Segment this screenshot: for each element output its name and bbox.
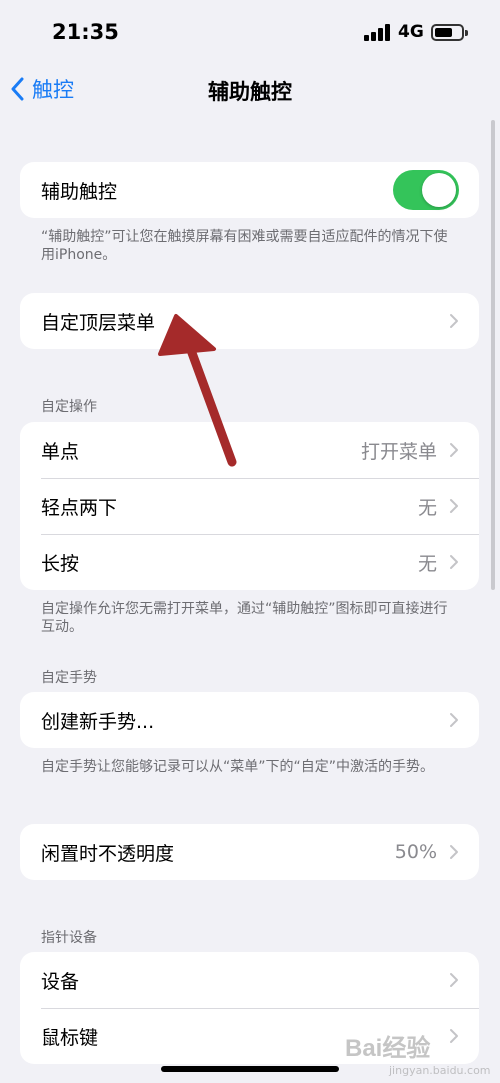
create-gesture-label: 创建新手势... [41, 710, 155, 733]
idle-opacity-row[interactable]: 闲置时不透明度 50% [20, 824, 479, 880]
chevron-right-icon [450, 713, 458, 727]
custom-gestures-header: 自定手势 [41, 670, 97, 686]
watermark-logo: Bai经验 jingyan.baidu.com [345, 1020, 495, 1080]
page-title: 辅助触控 [208, 80, 292, 104]
idle-opacity-group: 闲置时不透明度 50% [20, 824, 479, 880]
assistive-touch-label: 辅助触控 [41, 180, 118, 203]
chevron-right-icon [450, 314, 458, 328]
assistive-touch-row: 辅助触控 [20, 162, 479, 218]
chevron-right-icon [450, 555, 458, 569]
home-indicator[interactable] [161, 1066, 339, 1072]
custom-actions-header: 自定操作 [41, 399, 97, 415]
scroll-indicator[interactable] [491, 120, 495, 590]
assistive-touch-footnote: “辅助触控”可让您在触摸屏幕有困难或需要自适应配件的情况下使用iPhone。 [41, 229, 448, 263]
double-tap-label: 轻点两下 [41, 496, 118, 519]
watermark-brand: Bai经验 [345, 1035, 431, 1062]
customize-top-menu-label: 自定顶层菜单 [41, 311, 156, 334]
double-tap-row[interactable]: 轻点两下 无 [20, 478, 479, 534]
custom-gestures-group: 创建新手势... [20, 692, 479, 748]
long-press-label: 长按 [41, 552, 80, 575]
top-menu-group: 自定顶层菜单 [20, 293, 479, 349]
single-tap-value: 打开菜单 [360, 440, 437, 463]
double-tap-value: 无 [417, 496, 437, 519]
single-tap-row[interactable]: 单点 打开菜单 [20, 422, 479, 478]
long-press-row[interactable]: 长按 无 [20, 534, 479, 590]
toggle-knob [422, 173, 456, 207]
custom-gestures-footnote: 自定手势让您能够记录可以从“菜单”下的“自定”中激活的手势。 [41, 759, 435, 775]
single-tap-label: 单点 [41, 440, 80, 463]
status-time: 21:35 [52, 20, 119, 44]
battery-icon [431, 24, 468, 41]
idle-opacity-label: 闲置时不透明度 [41, 842, 175, 865]
network-type: 4G [398, 22, 424, 42]
watermark-domain: jingyan.baidu.com [389, 1064, 491, 1077]
status-bar: 21:35 4G [0, 0, 500, 64]
devices-label: 设备 [41, 970, 80, 993]
customize-top-menu-row[interactable]: 自定顶层菜单 [20, 293, 479, 349]
navigation-bar: 触控 辅助触控 [0, 64, 500, 114]
chevron-right-icon [450, 845, 458, 859]
chevron-right-icon [450, 499, 458, 513]
devices-row[interactable]: 设备 [20, 952, 479, 1008]
assistive-touch-group: 辅助触控 [20, 162, 479, 218]
assistive-touch-toggle[interactable] [393, 170, 459, 210]
chevron-right-icon [450, 443, 458, 457]
custom-actions-group: 单点 打开菜单 轻点两下 无 长按 无 [20, 422, 479, 590]
custom-actions-footnote: 自定操作允许您无需打开菜单，通过“辅助触控”图标即可直接进行互动。 [41, 601, 448, 635]
cellular-signal-icon [364, 24, 390, 41]
long-press-value: 无 [417, 552, 437, 575]
pointer-devices-header: 指针设备 [41, 930, 97, 946]
create-gesture-row[interactable]: 创建新手势... [20, 692, 479, 748]
idle-opacity-value: 50% [394, 841, 437, 863]
chevron-right-icon [450, 973, 458, 987]
